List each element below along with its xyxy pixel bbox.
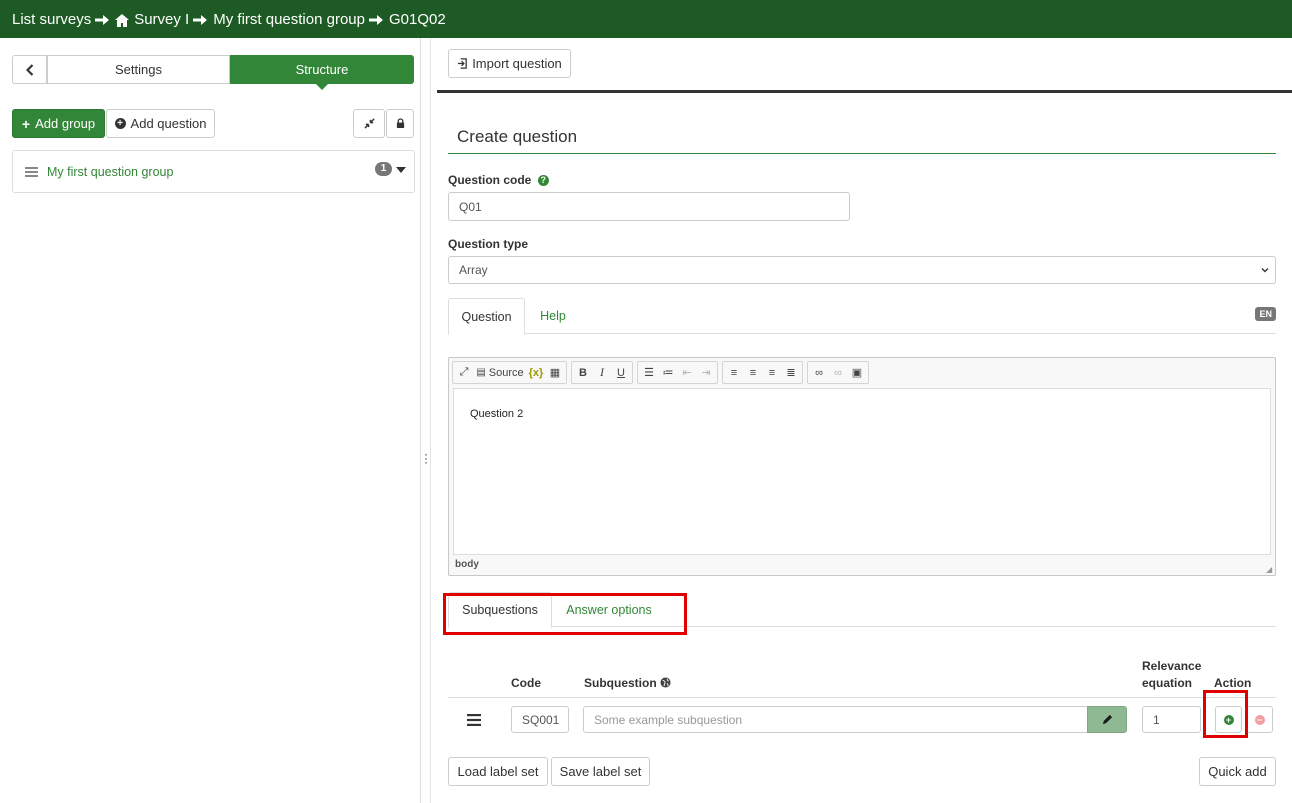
bold-icon[interactable]: B (575, 365, 591, 381)
question-group-link[interactable]: My first question group (47, 165, 173, 179)
row-drag-handle-icon[interactable] (467, 714, 481, 726)
editor-toolbar: ⤢ ▤ Source {x} ▦ B I U ☰ ≔ ⇤ ⇥ ≡ ≡ ≡ ≣ ∞… (452, 361, 869, 385)
panel-splitter[interactable]: · · · (421, 38, 431, 803)
subquestion-code-input[interactable]: SQ001 (511, 706, 569, 733)
resize-handle-icon[interactable]: ◢ (1266, 566, 1272, 574)
plus-circle-icon: + (114, 118, 126, 129)
editor-element-path[interactable]: body (455, 559, 479, 570)
add-group-label: Add group (35, 116, 96, 131)
compress-icon (363, 118, 375, 129)
question-type-label: Question type (448, 237, 529, 251)
main-content: Import question Create question Question… (432, 38, 1292, 803)
numbered-list-icon[interactable]: ☰ (641, 365, 657, 381)
tab-settings[interactable]: Settings (47, 55, 230, 84)
source-button[interactable]: ▤ Source (475, 365, 525, 381)
arrow-right-icon (193, 15, 208, 25)
link-icon[interactable]: ∞ (811, 365, 827, 381)
question-code-input[interactable]: Q01 (448, 192, 850, 221)
source-doc-icon: ▤ (476, 367, 486, 378)
rich-text-editor: ⤢ ▤ Source {x} ▦ B I U ☰ ≔ ⇤ ⇥ ≡ ≡ ≡ ≣ ∞… (448, 357, 1276, 576)
column-relevance: Relevance equation (1142, 658, 1201, 692)
title-divider (448, 153, 1276, 154)
caret-down-icon[interactable] (396, 167, 406, 173)
column-relevance-line2: equation (1142, 676, 1192, 690)
quick-add-button[interactable]: Quick add (1199, 757, 1276, 786)
tab-help[interactable]: Help (525, 298, 581, 334)
tabs-highlight-box (443, 593, 687, 635)
add-question-label: Add question (130, 116, 207, 131)
lock-icon (396, 118, 404, 128)
tab-structure[interactable]: Structure (230, 55, 414, 90)
delete-row-button[interactable]: − (1246, 706, 1273, 733)
breadcrumb-group[interactable]: My first question group (213, 11, 365, 28)
drag-handle-icon[interactable] (25, 166, 38, 177)
tab-question[interactable]: Question (448, 298, 525, 335)
import-question-label: Import question (472, 56, 562, 71)
question-code-label: Question code (448, 173, 532, 187)
align-center-icon[interactable]: ≡ (745, 365, 761, 381)
column-relevance-line1: Relevance (1142, 659, 1202, 673)
minus-circle-icon: − (1254, 714, 1265, 725)
toolbar-divider (437, 90, 1292, 93)
editor-content[interactable]: Question 2 (453, 388, 1271, 555)
relevance-equation-input[interactable]: 1 (1142, 706, 1201, 733)
column-subquestion-wrap: Subquestion (584, 675, 671, 692)
breadcrumb-question: G01Q02 (388, 10, 446, 28)
page-title: Create question (457, 127, 578, 146)
import-icon (458, 58, 467, 69)
add-question-button[interactable]: + Add question (106, 109, 215, 138)
collapse-all-button[interactable] (353, 109, 385, 138)
question-help-icon[interactable]: ? (537, 175, 549, 186)
image-icon[interactable]: ▣ (849, 365, 865, 381)
import-question-button[interactable]: Import question (448, 49, 571, 78)
chevron-down-icon (1261, 268, 1269, 273)
question-type-value: Array (459, 263, 488, 277)
question-type-select[interactable]: Array (448, 256, 1276, 284)
breadcrumb-list-surveys[interactable]: List surveys (12, 11, 91, 28)
unlink-icon: ∞ (834, 366, 842, 379)
subquestion-text-input[interactable]: Some example subquestion (583, 706, 1089, 733)
italic-icon[interactable]: I (594, 365, 610, 381)
globe-icon (660, 677, 671, 688)
underline-icon[interactable]: U (613, 365, 629, 381)
lock-button[interactable] (386, 109, 414, 138)
column-code: Code (511, 676, 541, 690)
table-icon[interactable]: ▦ (547, 365, 563, 381)
maximize-icon[interactable]: ⤢ (456, 365, 472, 381)
save-label-set-button[interactable]: Save label set (551, 757, 650, 786)
table-header-divider (448, 697, 1276, 698)
column-subquestion: Subquestion (584, 676, 657, 690)
question-text-tabs: Question Help EN (448, 298, 1276, 335)
sidebar-back-button[interactable] (12, 55, 47, 84)
arrow-right-icon (95, 15, 110, 25)
sidebar: Settings Structure + Add group + Add que… (0, 38, 421, 803)
bullet-list-icon[interactable]: ≔ (660, 365, 676, 381)
indent-icon: ⇥ (701, 367, 711, 379)
question-count-badge: 1 (375, 162, 392, 176)
justify-icon[interactable]: ≣ (783, 365, 799, 381)
align-left-icon[interactable]: ≡ (726, 365, 742, 381)
breadcrumb-survey[interactable]: Survey I (134, 11, 189, 28)
home-icon (115, 13, 130, 27)
arrow-right-icon (368, 15, 383, 25)
pencil-icon (1102, 714, 1112, 725)
expression-icon[interactable]: {x} (528, 365, 544, 381)
subquestion-edit-button[interactable] (1087, 706, 1127, 733)
align-right-icon[interactable]: ≡ (764, 365, 780, 381)
breadcrumb: List surveys Survey I My first question … (0, 0, 1292, 38)
question-code-label-wrap: Question code ? (448, 173, 549, 187)
chevron-left-icon (25, 63, 33, 76)
language-badge: EN (1255, 307, 1276, 321)
plus-icon: + (21, 115, 31, 132)
action-highlight-box (1203, 690, 1248, 738)
source-label: Source (488, 366, 524, 379)
question-group-item[interactable]: My first question group 1 (12, 150, 415, 193)
add-group-button[interactable]: + Add group (12, 109, 105, 138)
outdent-icon: ⇤ (682, 367, 692, 379)
load-label-set-button[interactable]: Load label set (448, 757, 548, 786)
splitter-handle-icon: · · · (424, 447, 428, 469)
